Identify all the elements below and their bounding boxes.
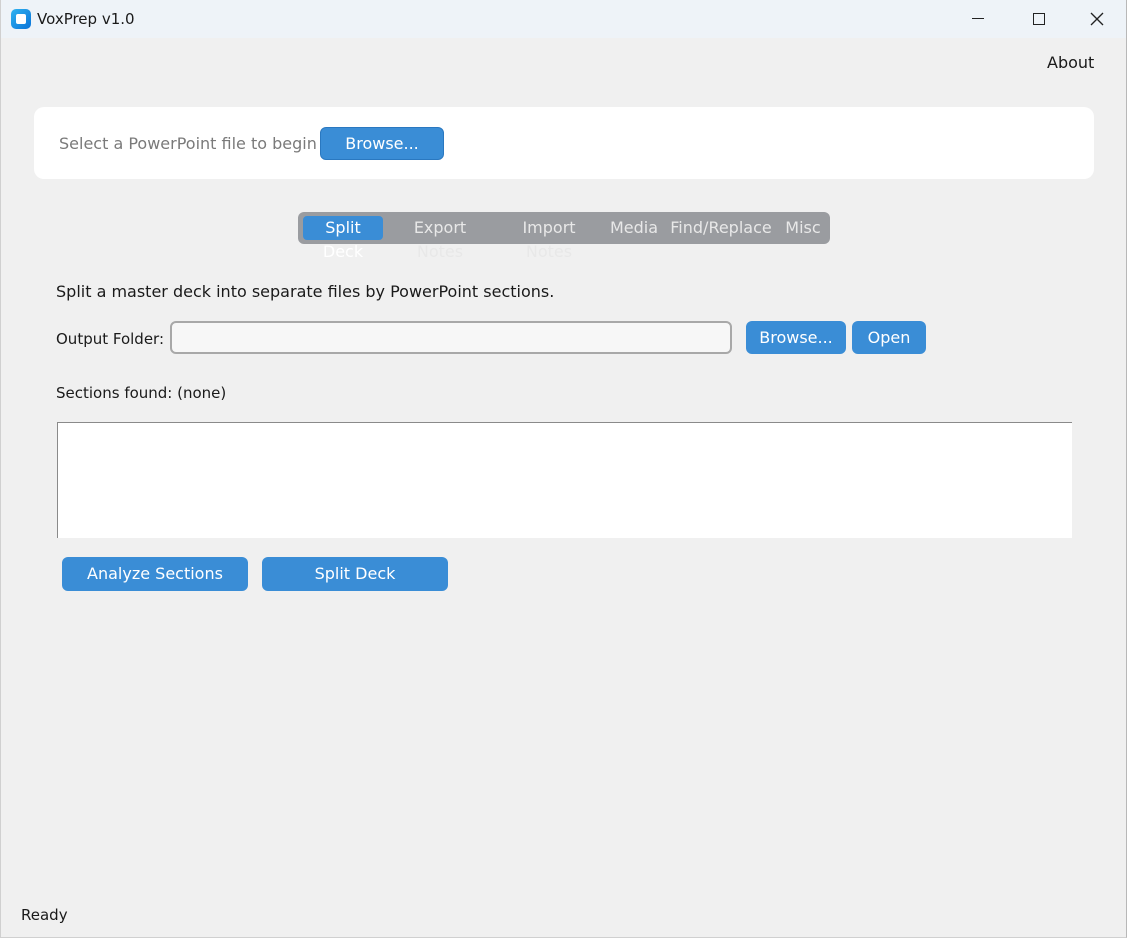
tab-misc[interactable]: Misc (782, 216, 824, 240)
open-output-button[interactable]: Open (852, 321, 926, 354)
maximize-icon (1033, 13, 1045, 25)
tab-media[interactable]: Media (608, 216, 660, 240)
close-button[interactable] (1068, 0, 1126, 38)
status-text: Ready (21, 906, 68, 924)
tab-split-deck[interactable]: Split Deck (303, 216, 383, 261)
split-deck-description: Split a master deck into separate files … (56, 282, 555, 301)
tab-import-notes[interactable]: Import Notes (498, 216, 600, 261)
title-bar[interactable]: VoxPrep v1.0 (1, 0, 1126, 38)
split-deck-button[interactable]: Split Deck (262, 557, 448, 591)
window-title: VoxPrep v1.0 (37, 10, 135, 28)
output-folder-label: Output Folder: (56, 330, 165, 348)
file-prompt-label: Select a PowerPoint file to begin (59, 134, 317, 153)
tab-find-replace[interactable]: Find/Replace (669, 216, 773, 240)
app-icon (11, 9, 31, 29)
minimize-icon (972, 18, 984, 19)
analyze-sections-button[interactable]: Analyze Sections (62, 557, 248, 591)
tab-export-notes[interactable]: Export Notes (390, 216, 490, 261)
sections-found-label: Sections found: (none) (56, 384, 227, 402)
app-window: VoxPrep v1.0 About Select a PowerPoint f… (0, 0, 1127, 938)
about-menu-item[interactable]: About (1047, 53, 1094, 72)
maximize-button[interactable] (1009, 0, 1067, 38)
tab-bar: Split Deck Export Notes Import Notes Med… (298, 212, 830, 261)
browse-output-button[interactable]: Browse... (746, 321, 846, 354)
minimize-button[interactable] (949, 0, 1007, 38)
output-folder-input[interactable] (170, 321, 732, 354)
file-selection-panel: Select a PowerPoint file to begin Browse… (34, 107, 1094, 179)
sections-list[interactable] (57, 422, 1072, 538)
browse-file-button[interactable]: Browse... (320, 127, 444, 160)
close-icon (1090, 12, 1104, 26)
